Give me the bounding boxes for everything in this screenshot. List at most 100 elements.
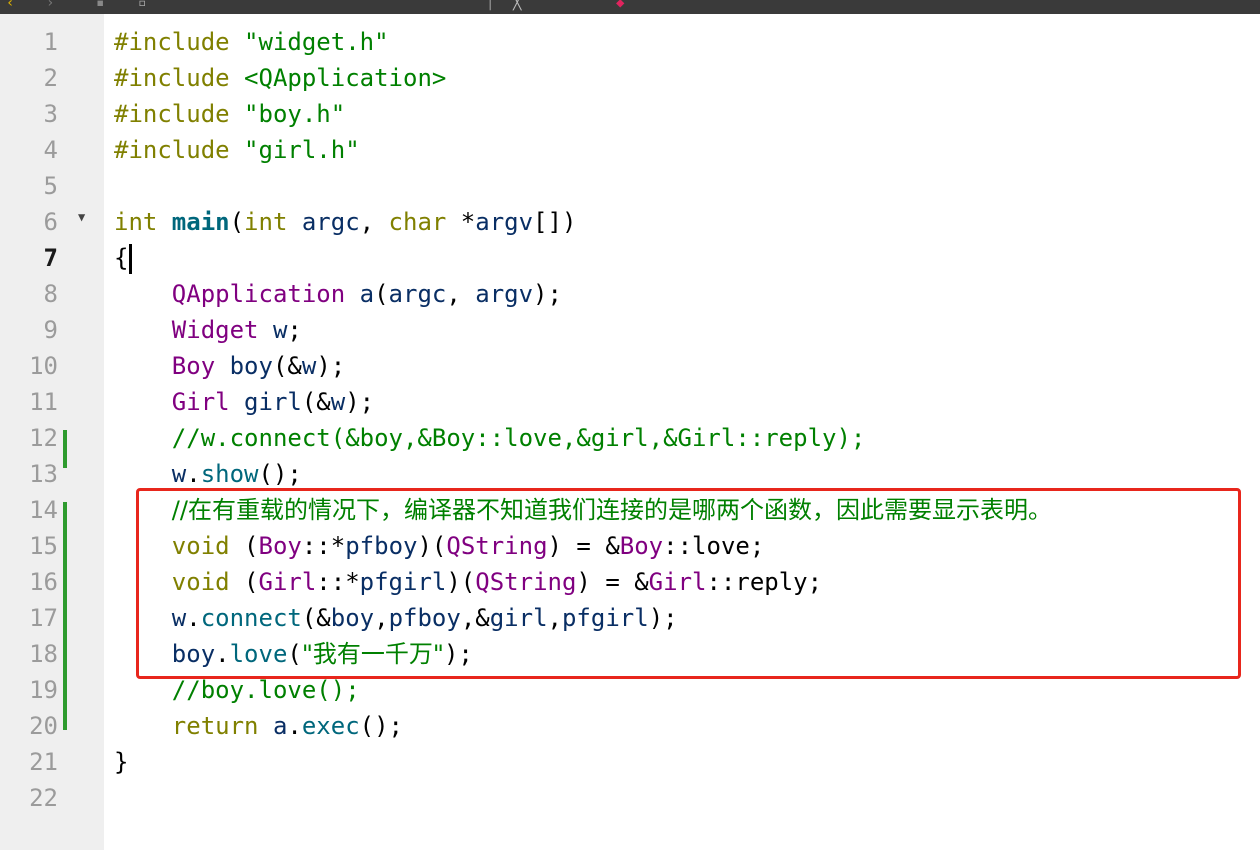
code-token: argv [475, 280, 534, 308]
code-token: argc [388, 280, 447, 308]
code-token: girl [229, 388, 302, 416]
editor-toolbar: ‹ › ▪ ▫ | ╳ ◆ [0, 0, 1260, 14]
code-token: ; [287, 316, 302, 344]
line-number[interactable]: 14 [0, 492, 58, 528]
code-token: ); [533, 280, 562, 308]
code-token: #include [114, 100, 245, 128]
code-token: #include [114, 28, 245, 56]
line-number[interactable]: 6 [0, 204, 58, 240]
code-token: a [272, 712, 288, 740]
code-token: show [200, 460, 259, 488]
code-token: "widget.h" [244, 28, 389, 56]
code-token: . [287, 712, 302, 740]
code-token: Girl [171, 388, 230, 416]
line-number[interactable]: 13 [0, 456, 58, 492]
code-token: } [114, 748, 129, 776]
code-line[interactable]: #include <QApplication> [114, 60, 446, 96]
code-token: []) [533, 208, 577, 236]
code-token: ( [374, 280, 389, 308]
code-token: argc [301, 208, 360, 236]
line-number-gutter: 1 2 3 4 5 6 7 8 9 10 11 12 13 14 15 16 17 18 19 20 21 22 ▼ [0, 14, 104, 850]
code-token: return [171, 712, 273, 740]
line-number[interactable]: 4 [0, 132, 58, 168]
change-marker [63, 430, 67, 468]
nav-forward-icon[interactable]: › [46, 0, 54, 10]
code-token: w [330, 388, 346, 416]
code-token: w [301, 352, 317, 380]
line-number[interactable]: 5 [0, 168, 58, 204]
code-line[interactable]: //w.connect(&boy,&Boy::love,&girl,&Girl:… [114, 420, 866, 456]
code-token: //boy.love(); [171, 676, 360, 704]
code-line[interactable]: #include "girl.h" [114, 132, 360, 168]
code-token: <QApplication> [244, 64, 447, 92]
code-token: , [359, 208, 389, 236]
code-token: int [244, 208, 302, 236]
code-token: "girl.h" [244, 136, 360, 164]
code-token: (& [272, 352, 302, 380]
line-number[interactable]: 22 [0, 780, 58, 816]
code-line[interactable]: } [114, 744, 128, 780]
code-line[interactable]: w.show(); [114, 456, 302, 492]
line-number[interactable]: 17 [0, 600, 58, 636]
code-token: { [114, 244, 129, 272]
line-number[interactable]: 15 [0, 528, 58, 564]
line-number[interactable]: 7 [0, 240, 58, 276]
code-token: int [114, 208, 172, 236]
line-number[interactable]: 19 [0, 672, 58, 708]
code-token: argv [475, 208, 534, 236]
code-token: ); [345, 388, 375, 416]
file-icon[interactable]: ▪ [96, 0, 104, 10]
code-token: char [388, 208, 461, 236]
document-icon[interactable]: ▫ [138, 0, 146, 10]
annotation-highlight-box [136, 488, 1241, 679]
code-line[interactable]: QApplication a(argc, argv); [114, 276, 562, 312]
nav-back-icon[interactable]: ‹ [6, 0, 14, 10]
code-token: (& [301, 388, 331, 416]
line-number[interactable]: 21 [0, 744, 58, 780]
change-marker [63, 502, 67, 730]
line-number[interactable]: 12 [0, 420, 58, 456]
code-line[interactable]: int main(int argc, char *argv[]) [114, 204, 576, 240]
text-cursor-icon [129, 244, 133, 274]
code-token: * [460, 208, 476, 236]
code-token: //w.connect(&boy,&Boy::love,&girl,&Girl:… [171, 424, 866, 452]
code-token: QApplication [171, 280, 346, 308]
line-number[interactable]: 8 [0, 276, 58, 312]
code-token: main [171, 208, 230, 236]
code-token: (); [258, 460, 302, 488]
split-icon[interactable]: ╳ [513, 0, 521, 10]
line-number[interactable]: 10 [0, 348, 58, 384]
line-number[interactable]: 2 [0, 60, 58, 96]
line-number[interactable]: 11 [0, 384, 58, 420]
code-token: #include [114, 136, 245, 164]
code-line[interactable]: Widget w; [114, 312, 302, 348]
code-line[interactable]: #include "boy.h" [114, 96, 345, 132]
line-number[interactable]: 18 [0, 636, 58, 672]
code-token: "boy.h" [244, 100, 346, 128]
code-line[interactable]: return a.exec(); [114, 708, 403, 744]
line-number[interactable]: 3 [0, 96, 58, 132]
code-line[interactable]: #include "widget.h" [114, 24, 389, 60]
code-token: a [345, 280, 375, 308]
code-token: , [446, 280, 476, 308]
line-number[interactable]: 20 [0, 708, 58, 744]
code-token: ( [229, 208, 245, 236]
code-token: boy [215, 352, 273, 380]
bookmark-icon[interactable]: ◆ [616, 0, 624, 10]
code-line[interactable]: Boy boy(&w); [114, 348, 345, 384]
line-number[interactable]: 1 [0, 24, 58, 60]
fold-arrow-icon[interactable]: ▼ [78, 210, 85, 224]
code-line[interactable]: { [114, 240, 133, 276]
line-number[interactable]: 9 [0, 312, 58, 348]
line-number[interactable]: 16 [0, 564, 58, 600]
code-line[interactable]: Girl girl(&w); [114, 384, 374, 420]
code-token: w [171, 460, 187, 488]
code-token: w [258, 316, 288, 344]
